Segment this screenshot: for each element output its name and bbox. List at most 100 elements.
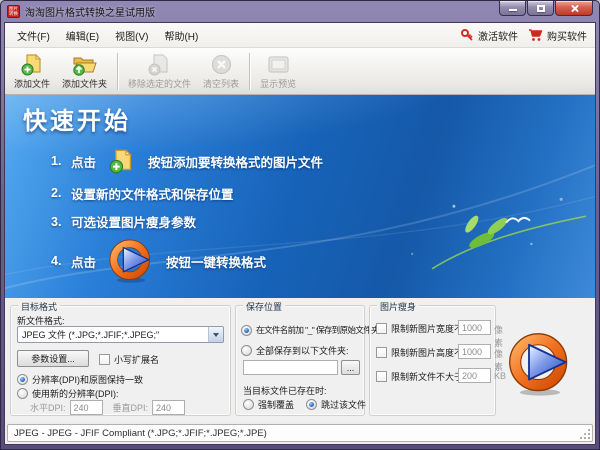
menu-help[interactable]: 帮助(H) xyxy=(156,25,206,46)
step-number: 2. xyxy=(51,186,71,200)
quickstart-step-2: 2. 设置新的文件格式和保存位置 xyxy=(51,178,595,208)
remove-selected-button[interactable]: 移除选定的文件 xyxy=(122,50,197,93)
params-button[interactable]: 参数设置... xyxy=(17,350,89,367)
limit-size-unit: KB xyxy=(494,371,506,381)
statusbar: JPEG - JPEG - JFIF Compliant (*.JPG;*.JF… xyxy=(5,422,595,444)
dpi-new-label[interactable]: 使用新的分辨率(DPI): xyxy=(32,387,119,400)
quickstart-steps: 1. 点击 按钮添加要转换格式的图片文件 2. 设置新的文件格式和保存位置 xyxy=(51,144,595,287)
remove-selected-label: 移除选定的文件 xyxy=(128,77,191,90)
dpi-keep-radio[interactable] xyxy=(17,374,28,385)
folder-path-input xyxy=(243,360,338,375)
buy-software-link[interactable]: 购买软件 xyxy=(528,28,587,43)
save-location-group: 保存位置 在文件名前加 "_" 保存到原始文件夹 全部保存到以下文件夹: ...… xyxy=(235,305,365,416)
image-slim-title: 图片瘦身 xyxy=(377,300,419,313)
quickstart-step-4: 4. 点击 xyxy=(51,235,595,287)
clear-list-icon xyxy=(209,52,234,77)
target-format-title: 目标格式 xyxy=(18,300,60,313)
overwrite-label[interactable]: 强制覆盖 xyxy=(258,398,294,411)
skip-file-label[interactable]: 跳过该文件 xyxy=(321,398,366,411)
dpi-keep-label[interactable]: 分辨率(DPI)和原图保持一致 xyxy=(32,373,143,386)
maximize-icon xyxy=(537,5,545,12)
close-button[interactable] xyxy=(555,1,593,16)
add-file-icon xyxy=(108,147,136,175)
format-select[interactable]: JPEG 文件 (*.JPG;*.JFIF;*.JPEG;" xyxy=(17,326,224,343)
clear-list-button[interactable]: 清空列表 xyxy=(197,50,245,93)
limit-height-input xyxy=(458,344,491,359)
show-preview-button[interactable]: 显示预览 xyxy=(254,50,302,93)
activate-software-label: 激活软件 xyxy=(478,28,518,43)
settings-panel: 目标格式 新文件格式: JPEG 文件 (*.JPG;*.JFIF;*.JPEG… xyxy=(5,298,595,422)
key-icon xyxy=(461,29,474,42)
add-folder-icon xyxy=(72,52,97,77)
format-select-value: JPEG 文件 (*.JPG;*.JFIF;*.JPEG;" xyxy=(18,328,208,341)
add-folder-label: 添加文件夹 xyxy=(62,77,107,90)
quickstart-step-1: 1. 点击 按钮添加要转换格式的图片文件 xyxy=(51,144,595,178)
app-icon-text-bottom: 转换 xyxy=(8,11,19,16)
chevron-down-icon[interactable] xyxy=(208,327,223,342)
toolbar: 添加文件 添加文件夹 移除选定的文件 xyxy=(5,48,595,95)
step-text: 按钮添加要转换格式的图片文件 xyxy=(148,152,323,171)
menubar-right: 激活软件 购买软件 xyxy=(461,28,591,43)
step-text: 可选设置图片瘦身参数 xyxy=(71,212,196,231)
show-preview-icon xyxy=(266,52,291,77)
dpi-new-radio[interactable] xyxy=(17,388,28,399)
limit-height-checkbox[interactable] xyxy=(376,347,387,358)
minimize-icon xyxy=(509,9,517,11)
buy-software-label: 购买软件 xyxy=(547,28,587,43)
clear-list-label: 清空列表 xyxy=(203,77,239,90)
close-icon xyxy=(570,4,579,13)
add-file-button[interactable]: 添加文件 xyxy=(8,50,56,93)
v-dpi-label: 垂直DPI: xyxy=(113,401,149,414)
app-window: 图片 转换 淘淘图片格式转换之星试用版 文件(F) 编辑(E) 视图(V) 帮助… xyxy=(0,0,600,450)
limit-size-input xyxy=(458,368,491,383)
lowercase-ext-checkbox[interactable] xyxy=(99,354,110,365)
add-file-label: 添加文件 xyxy=(14,77,50,90)
limit-width-checkbox[interactable] xyxy=(376,323,387,334)
overwrite-radio[interactable] xyxy=(243,399,254,410)
remove-file-icon xyxy=(147,52,172,77)
step-number: 1. xyxy=(51,154,71,168)
status-field: JPEG - JPEG - JFIF Compliant (*.JPG;*.JF… xyxy=(7,424,593,442)
show-preview-label: 显示预览 xyxy=(260,77,296,90)
menu-view[interactable]: 视图(V) xyxy=(107,25,156,46)
h-dpi-input xyxy=(70,400,103,415)
save-folder-radio[interactable] xyxy=(241,345,252,356)
limit-width-input xyxy=(458,320,491,335)
add-file-icon xyxy=(20,52,45,77)
step-text: 点击 xyxy=(71,152,96,171)
step-text: 设置新的文件格式和保存位置 xyxy=(71,184,234,203)
save-folder-label[interactable]: 全部保存到以下文件夹: xyxy=(256,344,349,357)
resize-grip[interactable] xyxy=(579,428,590,439)
quickstart-step-3: 3. 可选设置图片瘦身参数 xyxy=(51,208,595,235)
convert-button[interactable] xyxy=(507,331,573,397)
add-folder-button[interactable]: 添加文件夹 xyxy=(56,50,113,93)
maximize-button[interactable] xyxy=(527,1,554,16)
menubar: 文件(F) 编辑(E) 视图(V) 帮助(H) 激活软件 xyxy=(5,23,595,48)
save-prefix-label[interactable]: 在文件名前加 "_" 保存到原始文件夹 xyxy=(256,324,379,336)
step-text: 点击 xyxy=(71,252,96,271)
convert-icon xyxy=(108,238,154,284)
menu-edit[interactable]: 编辑(E) xyxy=(58,25,107,46)
browse-folder-button[interactable]: ... xyxy=(341,360,360,375)
toolbar-separator xyxy=(249,53,250,90)
menu-file[interactable]: 文件(F) xyxy=(9,25,58,46)
v-dpi-input xyxy=(152,400,185,415)
minimize-button[interactable] xyxy=(499,1,526,16)
app-icon: 图片 转换 xyxy=(7,5,20,18)
image-slim-group: 图片瘦身 限制新图片宽度不大于 像素 限制新图片高度不大于 像素 限制新文件不大… xyxy=(369,305,496,416)
activate-software-link[interactable]: 激活软件 xyxy=(461,28,518,43)
limit-height-unit: 像素 xyxy=(494,347,503,373)
window-controls xyxy=(498,1,593,16)
h-dpi-label: 水平DPI: xyxy=(30,401,66,414)
limit-size-checkbox[interactable] xyxy=(376,371,387,382)
cart-icon xyxy=(528,29,543,42)
step-number: 3. xyxy=(51,215,71,229)
skip-file-radio[interactable] xyxy=(306,399,317,410)
client-area: 文件(F) 编辑(E) 视图(V) 帮助(H) 激活软件 xyxy=(4,22,596,445)
quickstart-title: 快速开始 xyxy=(23,101,595,136)
save-prefix-radio[interactable] xyxy=(241,325,252,336)
exists-label: 当目标文件已存在时: xyxy=(243,384,327,397)
lowercase-ext-label[interactable]: 小写扩展名 xyxy=(114,353,159,366)
status-text: JPEG - JPEG - JFIF Compliant (*.JPG;*.JF… xyxy=(14,428,267,439)
step-number: 4. xyxy=(51,254,71,268)
